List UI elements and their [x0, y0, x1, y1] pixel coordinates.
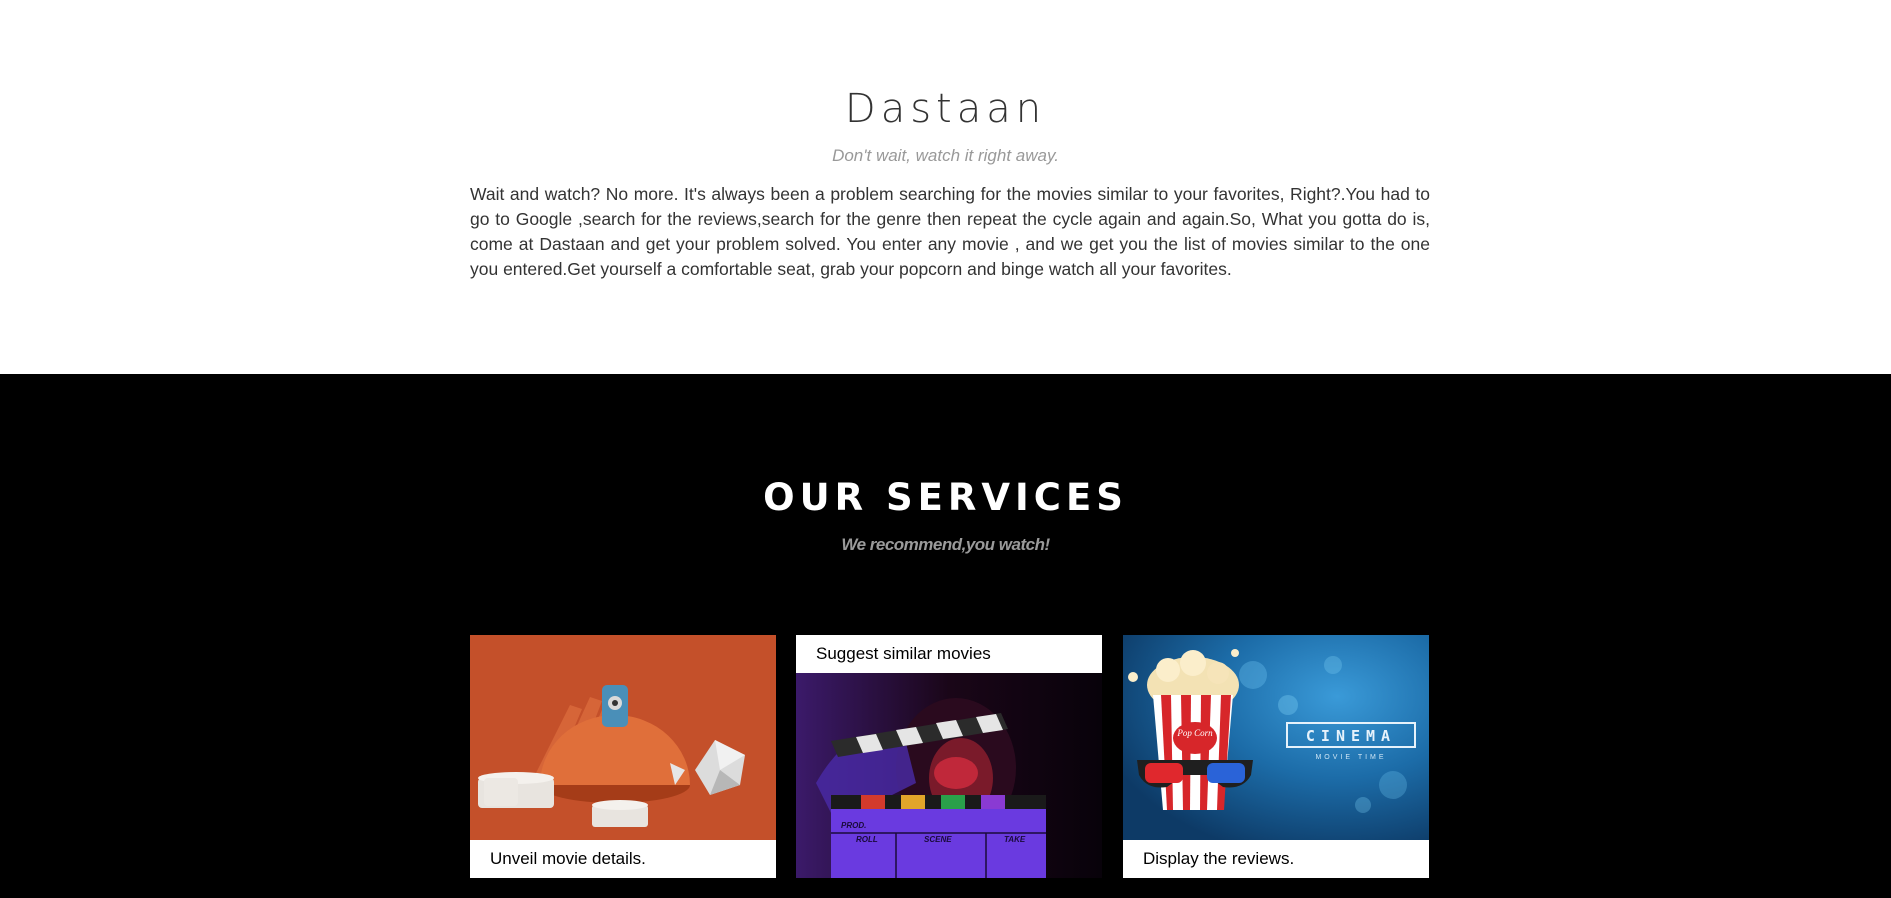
- service-card-reviews[interactable]: Pop Corn CINEMA MOVIE TIME Display the r…: [1123, 635, 1429, 878]
- abstract-3d-shapes-image: [470, 635, 776, 840]
- popcorn-logo-text: Pop Corn: [1176, 728, 1213, 738]
- card-caption: Unveil movie details.: [470, 840, 776, 878]
- about-tagline: Don't wait, watch it right away.: [832, 146, 1059, 165]
- about-section: Dastaan Don't wait, watch it right away.…: [0, 0, 1891, 374]
- about-description: Wait and watch? No more. It's always bee…: [470, 184, 1430, 279]
- clapper-take-label: TAKE: [1004, 835, 1026, 844]
- services-tagline: We recommend,you watch!: [841, 535, 1050, 554]
- clapper-scene-label: SCENE: [924, 835, 952, 844]
- service-card-suggest-movies[interactable]: Suggest similar movies PROD. ROLL SCENE …: [796, 635, 1102, 878]
- card-caption: Suggest similar movies: [796, 635, 1102, 673]
- services-section: OUR SERVICES We recommend,you watch! Unv…: [0, 374, 1891, 898]
- popcorn-cinema-image: Pop Corn CINEMA MOVIE TIME: [1123, 635, 1429, 840]
- clapper-roll-label: ROLL: [856, 835, 878, 844]
- about-title: Dastaan: [844, 86, 1047, 132]
- card-caption: Display the reviews.: [1123, 840, 1429, 878]
- cinema-sign-subtext: MOVIE TIME: [1315, 754, 1386, 761]
- clapperboard-image: PROD. ROLL SCENE TAKE: [796, 673, 1102, 878]
- cinema-sign-text: CINEMA: [1306, 727, 1396, 745]
- clapper-prod-label: PROD.: [841, 821, 866, 830]
- services-title: OUR SERVICES: [763, 476, 1128, 519]
- service-card-movie-details[interactable]: Unveil movie details.: [470, 635, 776, 878]
